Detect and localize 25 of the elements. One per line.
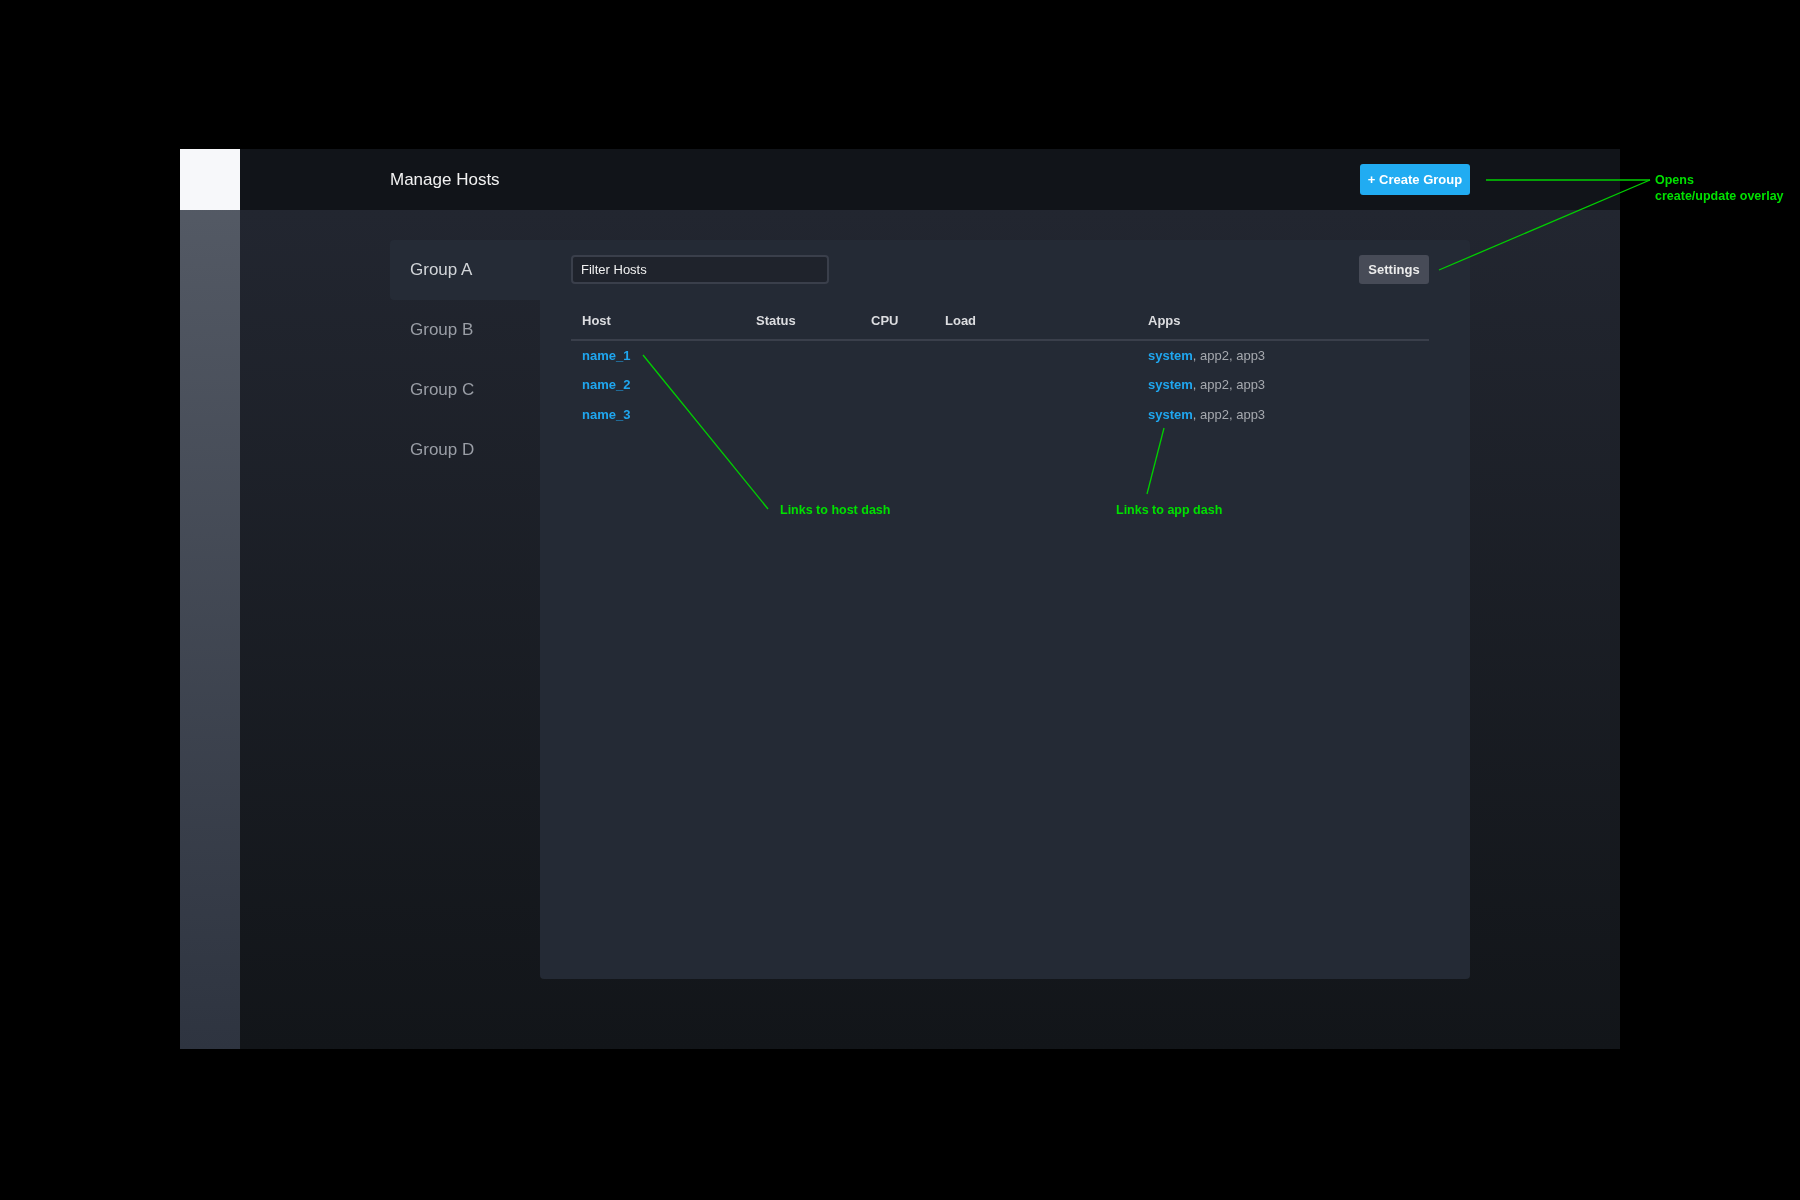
app-link[interactable]: system [1148, 407, 1193, 423]
app-list-text: , app2, app3 [1192, 407, 1266, 423]
host-link[interactable]: name_1 [582, 347, 631, 363]
group-tab[interactable]: Group D [390, 420, 540, 480]
logo-placeholder [180, 149, 240, 210]
host-link[interactable]: name_2 [582, 377, 631, 393]
settings-button[interactable]: Settings [1359, 255, 1429, 284]
annotation-note: Links to host dash [780, 502, 891, 518]
annotation-note: Links to app dash [1116, 502, 1223, 518]
column-header: Status [745, 310, 860, 340]
group-tab[interactable]: Group B [390, 300, 540, 360]
annotation-note: Opens create/update overlay [1655, 172, 1784, 204]
app-link[interactable]: system [1148, 377, 1193, 393]
app-link[interactable]: system [1148, 347, 1193, 363]
group-tab[interactable]: Group C [390, 360, 540, 420]
filter-field[interactable]: Filter Hosts [571, 255, 829, 284]
column-header: Load [934, 310, 1137, 340]
column-header: CPU [860, 310, 934, 340]
column-header: Host [571, 310, 745, 340]
group-tab[interactable]: Group A [390, 240, 540, 300]
page-title: Manage Hosts [390, 168, 500, 191]
app-list-text: , app2, app3 [1192, 377, 1266, 393]
host-link[interactable]: name_3 [582, 407, 631, 423]
column-header: Apps [1137, 310, 1429, 340]
app-list-text: , app2, app3 [1192, 347, 1266, 363]
